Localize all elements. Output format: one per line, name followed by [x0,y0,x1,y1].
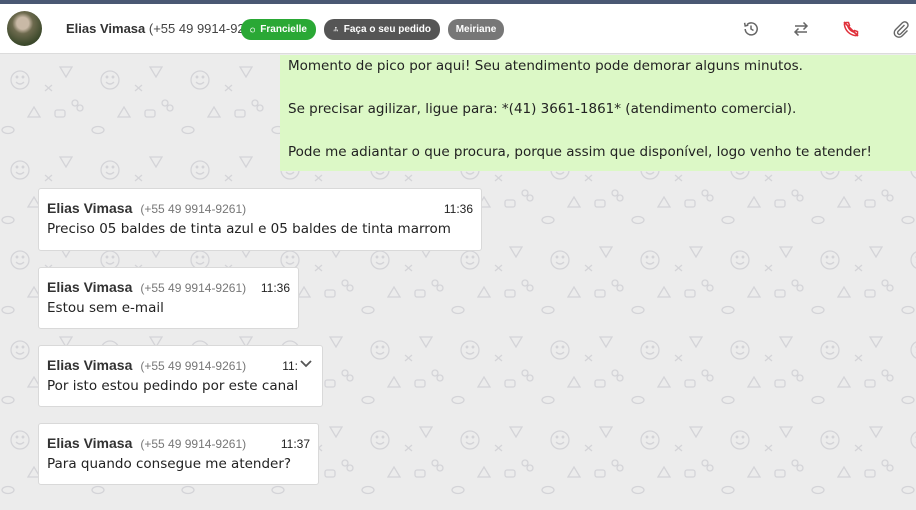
whatsapp-icon [250,27,256,32]
message-time: 11:36 [443,202,473,216]
tag-meiriane[interactable]: Meiriane [448,19,504,40]
outgoing-line: Se precisar agilizar, ligue para: *(41) … [288,101,797,117]
history-icon [743,22,758,36]
incoming-message[interactable]: Elias Vimasa (+55 49 9914-9261) 11:36 Pr… [38,188,482,251]
transfer-button[interactable] [791,19,811,39]
attach-button[interactable] [891,19,911,39]
tag-label: Francielle [260,24,307,35]
attach-icon [893,21,909,38]
avatar[interactable] [7,11,42,46]
message-time: 11:37 [280,437,310,451]
contact-name-text: Elias Vimasa [66,21,146,36]
outgoing-message: Momento de pico por aqui! Seu atendiment… [280,55,916,171]
end-call-icon [843,21,859,37]
chat-header: Elias Vimasa (+55 49 9914-9261) Franciel… [0,4,916,54]
history-button[interactable] [741,19,761,39]
tag-flow[interactable]: Faça o seu pedido [324,19,440,40]
message-phone: (+55 49 9914-9261) [140,281,247,295]
message-sender: Elias Vimasa [47,435,133,451]
transfer-icon [793,21,809,37]
message-phone: (+55 49 9914-9261) [140,437,247,451]
outgoing-line: Momento de pico por aqui! Seu atendiment… [288,58,803,74]
tag-francielle[interactable]: Francielle [241,19,316,40]
message-sender: Elias Vimasa [47,279,133,295]
tag-label: Faça o seu pedido [343,24,431,35]
flow-icon [333,26,338,32]
chevron-down-icon[interactable] [299,359,313,369]
outgoing-line: Pode me adiantar o que procura, porque a… [288,144,872,160]
contact-name: Elias Vimasa (+55 49 9914-9261) [66,21,263,36]
incoming-message[interactable]: Elias Vimasa (+55 49 9914-9261) 11:36 Es… [38,267,299,329]
message-sender: Elias Vimasa [47,200,133,216]
incoming-message[interactable]: Elias Vimasa (+55 49 9914-9261) 11:37 Pa… [38,423,319,485]
message-time: 11:36 [260,281,290,295]
message-text: Preciso 05 baldes de tinta azul e 05 bal… [47,221,451,237]
message-sender: Elias Vimasa [47,357,133,373]
message-text: Por isto estou pedindo por este canal [47,378,299,394]
end-call-button[interactable] [841,19,861,39]
message-text: Para quando consegue me atender? [47,456,292,472]
tag-label: Meiriane [455,24,497,35]
chat-area[interactable]: Momento de pico por aqui! Seu atendiment… [0,55,916,510]
message-phone: (+55 49 9914-9261) [140,202,247,216]
message-phone: (+55 49 9914-9261) [140,359,247,373]
message-text: Estou sem e-mail [47,300,164,316]
incoming-message[interactable]: Elias Vimasa (+55 49 9914-9261) 11: Por … [38,345,323,407]
